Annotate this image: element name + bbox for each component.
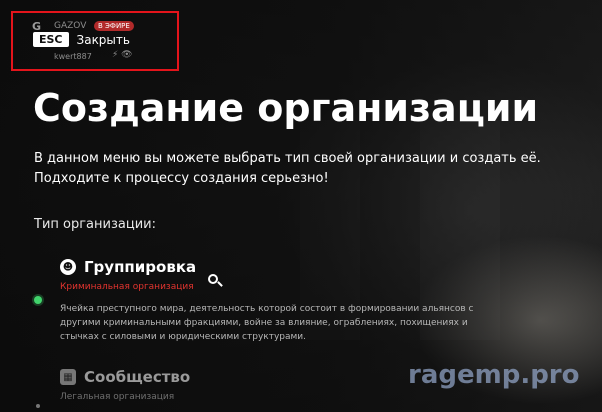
option-indicator xyxy=(36,404,40,408)
org-description: Ячейка преступного мира, деятельность ко… xyxy=(60,304,474,342)
mouse-cursor-icon xyxy=(208,274,218,284)
page-description: В данном меню вы можете выбрать тип свое… xyxy=(34,151,541,186)
selected-indicator xyxy=(34,296,42,304)
org-name[interactable]: Группировка xyxy=(84,258,196,276)
org-option-community[interactable]: ▦ Сообщество Легальная организация xyxy=(60,368,190,402)
community-icon: ▦ xyxy=(60,369,76,385)
org-type: Легальная организация xyxy=(60,392,175,402)
watermark: ragemp.pro xyxy=(408,360,580,390)
highlight-box xyxy=(11,11,179,71)
page-title: Создание организации xyxy=(33,86,539,130)
org-type: Криминальная организация xyxy=(60,282,194,292)
gang-icon: ☻ xyxy=(60,259,76,275)
org-name[interactable]: Сообщество xyxy=(84,368,190,386)
org-option-gang[interactable]: ☻ Группировка Криминальная организация Я… xyxy=(60,258,500,344)
section-label: Тип организации: xyxy=(34,217,156,232)
